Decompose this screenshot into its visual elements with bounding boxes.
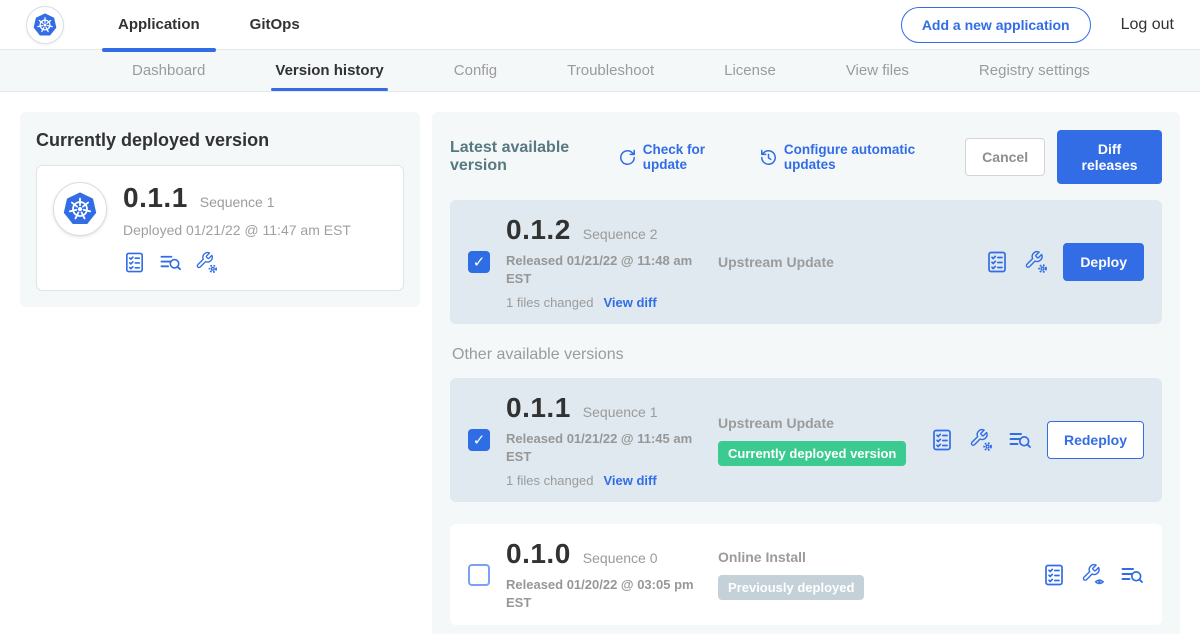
deployed-timestamp: Deployed 01/21/22 @ 11:47 am EST [123, 222, 351, 238]
app-subnav: Dashboard Version history Config Trouble… [0, 50, 1200, 92]
released-timestamp: Released 01/21/22 @ 11:48 am EST [506, 252, 696, 287]
tab-gitops[interactable]: GitOps [234, 0, 316, 50]
subnav-item-registry-settings[interactable]: Registry settings [975, 50, 1094, 91]
version-info: 0.1.2 Sequence 2 Released 01/21/22 @ 11:… [506, 214, 718, 310]
version-source: Upstream Update Currently deployed versi… [718, 415, 930, 466]
subnav-item-config[interactable]: Config [450, 50, 501, 91]
configure-auto-updates-link[interactable]: Configure automatic updates [759, 142, 939, 172]
main-content: Currently deployed version 0.1.1 Sequenc… [0, 92, 1200, 634]
version-checkbox[interactable] [468, 251, 490, 273]
config-view-icon[interactable] [1081, 563, 1105, 587]
top-header: Application GitOps Add a new application… [0, 0, 1200, 50]
tab-application-label: Application [118, 16, 200, 33]
row-gap [450, 502, 1162, 524]
add-application-button[interactable]: Add a new application [901, 7, 1091, 43]
other-versions-label: Other available versions [452, 346, 1160, 364]
version-number: 0.1.2 [506, 214, 571, 246]
preflight-checks-icon[interactable] [123, 251, 146, 274]
view-diff-link[interactable]: View diff [603, 473, 656, 488]
subnav-item-view-files[interactable]: View files [842, 50, 913, 91]
sequence-label: Sequence 2 [583, 226, 658, 242]
latest-version-title: Latest available version [450, 139, 604, 175]
version-actions [1042, 563, 1144, 587]
version-actions: Redeploy [930, 421, 1144, 459]
deploy-logs-icon[interactable] [1008, 428, 1032, 452]
tab-gitops-label: GitOps [250, 16, 300, 33]
logout-button[interactable]: Log out [1121, 16, 1174, 34]
cancel-button[interactable]: Cancel [965, 138, 1045, 176]
configure-auto-updates-label: Configure automatic updates [784, 142, 939, 172]
kubernetes-logo-icon [60, 189, 100, 229]
version-number: 0.1.1 [506, 392, 571, 424]
redeploy-button[interactable]: Redeploy [1047, 421, 1144, 459]
deployed-sequence-label: Sequence 1 [200, 194, 275, 210]
preflight-checks-icon[interactable] [985, 250, 1009, 274]
released-timestamp: Released 01/21/22 @ 11:45 am EST [506, 430, 696, 465]
source-label: Online Install [718, 549, 1042, 565]
files-changed-label: 1 files changed [506, 473, 593, 488]
files-changed-label: 1 files changed [506, 295, 593, 310]
version-row-0-1-0: 0.1.0 Sequence 0 Released 01/20/22 @ 03:… [450, 524, 1162, 625]
deployed-version-card: 0.1.1 Sequence 1 Deployed 01/21/22 @ 11:… [36, 165, 404, 291]
app-logo[interactable] [26, 6, 64, 44]
check-for-update-link[interactable]: Check for update [618, 142, 733, 172]
refresh-icon [618, 148, 637, 167]
latest-version-header: Latest available version Check for updat… [450, 130, 1162, 184]
version-info: 0.1.1 Sequence 1 Released 01/21/22 @ 11:… [506, 392, 718, 488]
subnav-item-version-history[interactable]: Version history [271, 50, 387, 91]
version-checkbox[interactable] [468, 429, 490, 451]
diff-releases-button[interactable]: Diff releases [1057, 130, 1162, 184]
subnav-item-dashboard[interactable]: Dashboard [128, 50, 209, 91]
version-checkbox[interactable] [468, 564, 490, 586]
preflight-checks-icon[interactable] [930, 428, 954, 452]
view-diff-link[interactable]: View diff [603, 295, 656, 310]
version-source: Upstream Update [718, 254, 985, 270]
subnav-item-troubleshoot[interactable]: Troubleshoot [563, 50, 658, 91]
currently-deployed-title: Currently deployed version [36, 130, 404, 151]
version-row-0-1-2: 0.1.2 Sequence 2 Released 01/21/22 @ 11:… [450, 200, 1162, 324]
config-gear-icon[interactable] [969, 428, 993, 452]
config-gear-icon[interactable] [195, 251, 218, 274]
version-source: Online Install Previously deployed [718, 549, 1042, 600]
deploy-logs-icon[interactable] [1120, 563, 1144, 587]
released-timestamp: Released 01/20/22 @ 03:05 pm EST [506, 576, 696, 611]
source-label: Upstream Update [718, 415, 930, 431]
auto-update-icon [759, 148, 778, 167]
version-number: 0.1.0 [506, 538, 571, 570]
deployed-version-number: 0.1.1 [123, 182, 188, 214]
preflight-checks-icon[interactable] [1042, 563, 1066, 587]
currently-deployed-panel: Currently deployed version 0.1.1 Sequenc… [20, 112, 420, 307]
sequence-label: Sequence 1 [583, 404, 658, 420]
version-actions: Deploy [985, 243, 1144, 281]
check-for-update-label: Check for update [643, 142, 733, 172]
version-info: 0.1.0 Sequence 0 Released 01/20/22 @ 03:… [506, 538, 718, 611]
previously-deployed-badge: Previously deployed [718, 575, 864, 600]
app-icon-badge [53, 182, 107, 236]
kubernetes-logo-icon [31, 11, 59, 39]
deploy-button[interactable]: Deploy [1063, 243, 1144, 281]
source-label: Upstream Update [718, 254, 985, 270]
sequence-label: Sequence 0 [583, 550, 658, 566]
deploy-logs-icon[interactable] [159, 251, 182, 274]
subnav-item-license[interactable]: License [720, 50, 780, 91]
currently-deployed-badge: Currently deployed version [718, 441, 906, 466]
tab-application[interactable]: Application [102, 0, 216, 50]
version-row-0-1-1: 0.1.1 Sequence 1 Released 01/21/22 @ 11:… [450, 378, 1162, 502]
deployed-version-details: 0.1.1 Sequence 1 Deployed 01/21/22 @ 11:… [123, 182, 351, 274]
version-history-panel: Latest available version Check for updat… [432, 112, 1180, 634]
config-gear-icon[interactable] [1024, 250, 1048, 274]
